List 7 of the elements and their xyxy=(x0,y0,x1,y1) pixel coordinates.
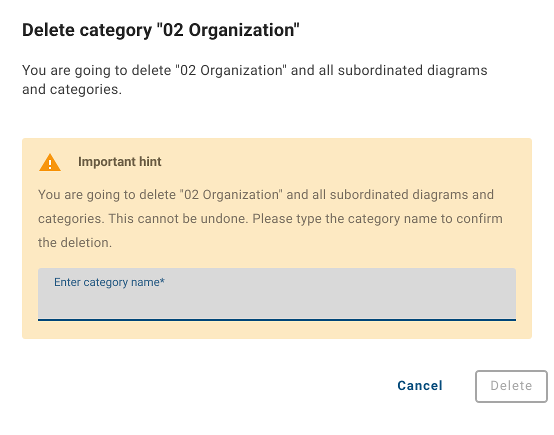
warning-icon xyxy=(38,152,62,172)
hint-title: Important hint xyxy=(78,154,162,170)
dialog-message: You are going to delete "02 Organization" and all subordinated diagrams and categories. xyxy=(22,62,489,100)
hint-text: You are going to delete "02 Organization" and all subordinated diagrams and categories. This cannot be undone. Please type the category name to confirm the deletion. xyxy=(38,187,504,253)
dialog-title: Delete category "02 Organization" xyxy=(22,20,301,41)
cancel-button[interactable]: Cancel xyxy=(385,371,456,402)
category-name-field[interactable]: Enter category name* xyxy=(38,268,516,321)
